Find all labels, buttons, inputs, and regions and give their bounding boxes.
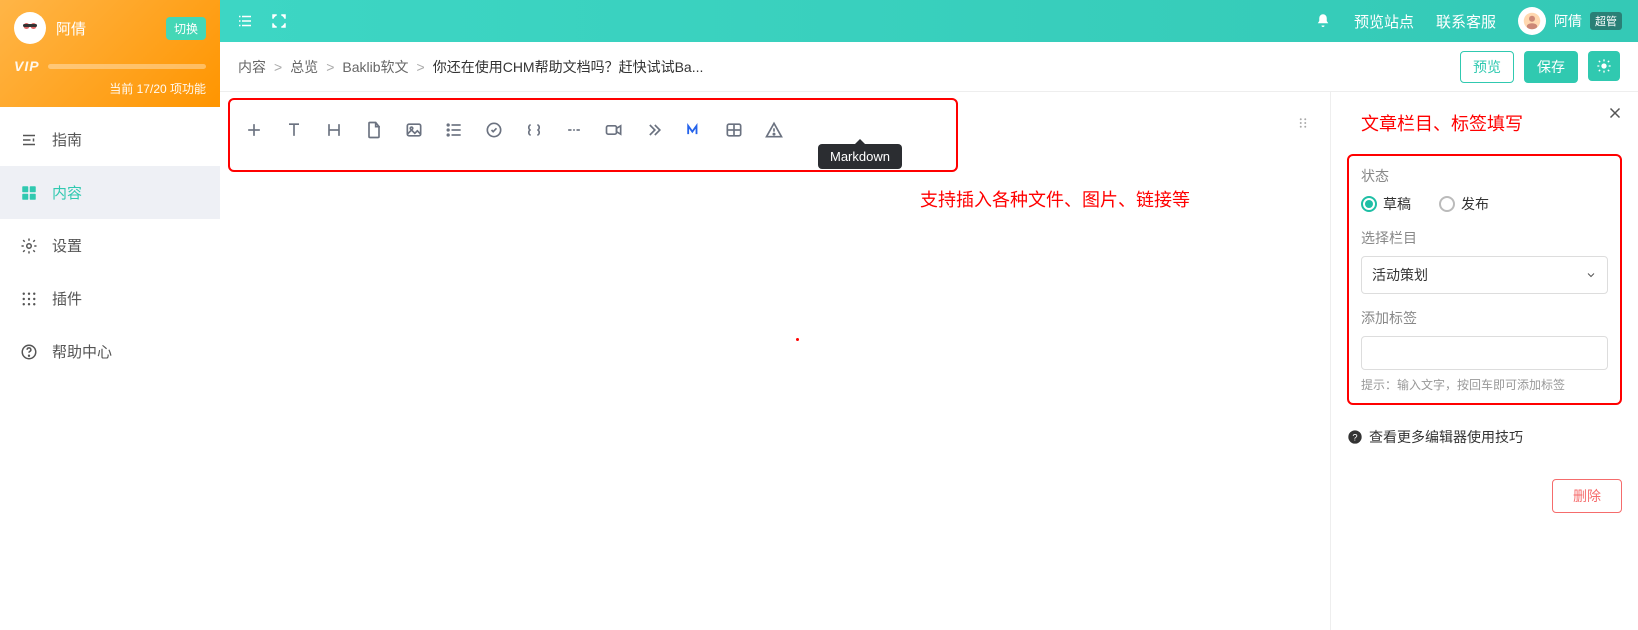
sidebar-item-help[interactable]: 帮助中心 bbox=[0, 325, 220, 378]
list-button[interactable] bbox=[442, 118, 466, 142]
menu-icon[interactable] bbox=[236, 12, 254, 30]
sidebar: 阿倩 切换 VIP 当前 17/20 项功能 指南 内容 设置 bbox=[0, 0, 220, 630]
more-button[interactable] bbox=[642, 118, 666, 142]
warning-button[interactable] bbox=[762, 118, 786, 142]
sidebar-item-label: 插件 bbox=[52, 288, 82, 309]
gear-icon bbox=[20, 237, 38, 255]
status-label: 状态 bbox=[1361, 166, 1608, 186]
more-tips-label: 查看更多编辑器使用技巧 bbox=[1369, 427, 1523, 447]
profile-name: 阿倩 bbox=[56, 18, 156, 39]
table-button[interactable] bbox=[722, 118, 746, 142]
radio-label: 草稿 bbox=[1383, 194, 1411, 214]
more-tips-link[interactable]: ? 查看更多编辑器使用技巧 bbox=[1347, 427, 1622, 447]
file-button[interactable] bbox=[362, 118, 386, 142]
add-button[interactable] bbox=[242, 118, 266, 142]
annotation-text-files: 支持插入各种文件、图片、链接等 bbox=[920, 186, 1190, 212]
close-panel-button[interactable] bbox=[1606, 104, 1624, 122]
radio-icon bbox=[1361, 196, 1377, 212]
sidebar-item-label: 帮助中心 bbox=[52, 341, 112, 362]
content-icon bbox=[20, 184, 38, 202]
radio-publish[interactable]: 发布 bbox=[1439, 194, 1489, 214]
category-select[interactable]: 活动策划 bbox=[1361, 256, 1608, 294]
markdown-tooltip: Markdown bbox=[818, 144, 902, 169]
markdown-button[interactable] bbox=[682, 118, 706, 142]
crumb-current: 你还在使用CHM帮助文档吗？赶快试试Ba... bbox=[433, 57, 704, 77]
code-button[interactable] bbox=[522, 118, 546, 142]
switch-site-button[interactable]: 切换 bbox=[166, 17, 206, 40]
contact-link[interactable]: 联系客服 bbox=[1436, 11, 1496, 32]
svg-text:?: ? bbox=[1352, 432, 1357, 442]
grid-icon bbox=[20, 290, 38, 308]
user-name: 阿倩 bbox=[1554, 11, 1582, 31]
user-chip[interactable]: 阿倩 超管 bbox=[1518, 7, 1622, 35]
text-button[interactable] bbox=[282, 118, 306, 142]
radio-icon bbox=[1439, 196, 1455, 212]
chevron-down-icon bbox=[1585, 269, 1597, 281]
settings-button[interactable] bbox=[1588, 51, 1620, 81]
annotation-text-panel: 文章栏目、标签填写 bbox=[1347, 110, 1622, 136]
avatar bbox=[14, 12, 46, 44]
checklist-button[interactable] bbox=[482, 118, 506, 142]
help-icon: ? bbox=[1347, 429, 1363, 445]
crumb-l3[interactable]: Baklib软文 bbox=[342, 57, 408, 77]
breadcrumb: 内容 > 总览 > Baklib软文 > 你还在使用CHM帮助文档吗？赶快试试B… bbox=[238, 57, 1460, 77]
tags-label: 添加标签 bbox=[1361, 308, 1608, 328]
sidebar-item-label: 内容 bbox=[52, 182, 82, 203]
crumb-root[interactable]: 内容 bbox=[238, 57, 266, 77]
annotation-box-panel: 状态 草稿 发布 选择栏目 活动策划 bbox=[1347, 154, 1622, 405]
radio-draft[interactable]: 草稿 bbox=[1361, 194, 1411, 214]
radio-label: 发布 bbox=[1461, 194, 1489, 214]
guide-icon bbox=[20, 131, 38, 149]
divider-button[interactable] bbox=[562, 118, 586, 142]
editor-area: Markdown 支持插入各种文件、图片、链接等 bbox=[220, 92, 1330, 630]
crumb-l2[interactable]: 总览 bbox=[290, 57, 318, 77]
preview-site-link[interactable]: 预览站点 bbox=[1354, 11, 1414, 32]
tags-input[interactable] bbox=[1361, 336, 1608, 370]
gear-icon bbox=[1596, 58, 1612, 74]
sidebar-item-label: 指南 bbox=[52, 129, 82, 150]
heading-button[interactable] bbox=[322, 118, 346, 142]
sidebar-nav: 指南 内容 设置 插件 帮助中心 bbox=[0, 107, 220, 378]
cursor-marker bbox=[796, 338, 799, 341]
category-value: 活动策划 bbox=[1372, 265, 1428, 285]
right-panel: 文章栏目、标签填写 状态 草稿 发布 选择栏目 bbox=[1330, 92, 1638, 630]
help-icon bbox=[20, 343, 38, 361]
sidebar-item-plugins[interactable]: 插件 bbox=[0, 272, 220, 325]
video-button[interactable] bbox=[602, 118, 626, 142]
sidebar-item-settings[interactable]: 设置 bbox=[0, 219, 220, 272]
drag-handle-icon[interactable] bbox=[1294, 114, 1312, 132]
sidebar-item-guide[interactable]: 指南 bbox=[0, 113, 220, 166]
bell-icon[interactable] bbox=[1314, 12, 1332, 30]
sidebar-item-label: 设置 bbox=[52, 235, 82, 256]
image-button[interactable] bbox=[402, 118, 426, 142]
role-badge: 超管 bbox=[1590, 12, 1622, 30]
save-button[interactable]: 保存 bbox=[1524, 51, 1578, 83]
user-avatar bbox=[1518, 7, 1546, 35]
vip-progress bbox=[48, 64, 206, 69]
sidebar-item-content[interactable]: 内容 bbox=[0, 166, 220, 219]
editor-toolbar bbox=[228, 108, 1322, 152]
close-icon bbox=[1606, 104, 1624, 122]
delete-button[interactable]: 删除 bbox=[1552, 479, 1622, 513]
profile-card: 阿倩 切换 VIP 当前 17/20 项功能 bbox=[0, 0, 220, 107]
vip-status-text: 当前 17/20 项功能 bbox=[14, 80, 206, 97]
category-label: 选择栏目 bbox=[1361, 228, 1608, 248]
vip-label: VIP bbox=[14, 58, 40, 74]
preview-button[interactable]: 预览 bbox=[1460, 51, 1514, 83]
breadcrumb-row: 内容 > 总览 > Baklib软文 > 你还在使用CHM帮助文档吗？赶快试试B… bbox=[220, 42, 1638, 92]
topbar: 预览站点 联系客服 阿倩 超管 bbox=[220, 0, 1638, 42]
fullscreen-icon[interactable] bbox=[270, 12, 288, 30]
tags-hint: 提示：输入文字，按回车即可添加标签 bbox=[1361, 376, 1608, 393]
